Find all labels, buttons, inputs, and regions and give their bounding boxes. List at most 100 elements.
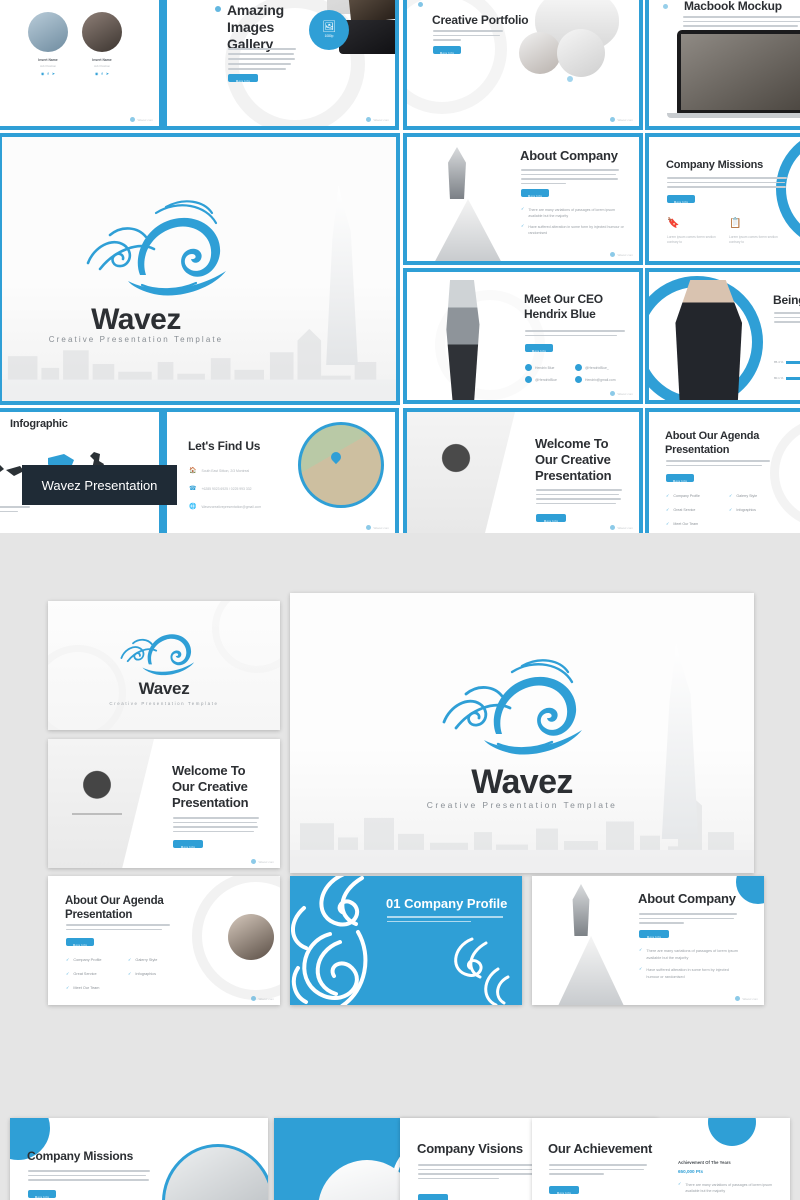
- checklist-item: Company Profile: [73, 958, 102, 962]
- watermark: Wavez.com: [366, 117, 389, 122]
- member-role: Job Position: [93, 64, 111, 68]
- more-info-button[interactable]: More Info: [549, 1186, 579, 1195]
- twitter-icon[interactable]: ➤: [106, 71, 109, 76]
- slide-title: About Company: [638, 891, 736, 906]
- slide-title: Company Missions: [666, 159, 764, 171]
- slide-creative-team[interactable]: Creative Team Insert Name Job Position I…: [0, 0, 163, 130]
- card-company-missions-bottom[interactable]: Company Missions More Info: [10, 1118, 268, 1200]
- checklist-item: Galerry Style: [736, 494, 758, 498]
- contact-value: Hendrix@gmail.com: [585, 377, 616, 382]
- feature-caption: Lorem ipsum comes forem section contrary…: [729, 235, 778, 245]
- phone-icon: ☎: [189, 486, 197, 492]
- card-welcome-creative-small[interactable]: Welcome To Our Creative Presentation Mor…: [48, 739, 280, 868]
- member-name: Insert Name: [92, 58, 112, 62]
- contact-value: +6285 9023 6925 / 0225 993 332: [201, 486, 252, 491]
- facebook-icon[interactable]: f: [47, 71, 48, 76]
- user-icon: [525, 364, 532, 371]
- tooltip-wavez-presentation: Wavez Presentation: [22, 465, 177, 505]
- slide-title: Macbook Mockup: [684, 0, 782, 13]
- watermark: Wavez.com: [251, 859, 274, 864]
- person-photo: [228, 914, 274, 960]
- ceo-photo: [446, 280, 480, 400]
- slide-wavez-cover[interactable]: Wavez Creative Presentation Template: [0, 133, 400, 405]
- slide-title: About Our Agenda Presentation: [665, 430, 760, 456]
- slide-title: Welcome To Our Creative Presentation: [172, 763, 249, 811]
- more-info-button[interactable]: More Info: [28, 1190, 56, 1199]
- more-info-button[interactable]: More Info: [639, 930, 669, 939]
- architecture-image: [558, 936, 624, 1005]
- check-icon: ✓: [678, 1181, 682, 1186]
- slide-title: Creative Portfolio: [432, 13, 529, 27]
- check-icon: ✓: [521, 223, 525, 228]
- wave-logo-icon: [436, 648, 606, 758]
- twitter-icon: [575, 364, 582, 371]
- portfolio-photo: [519, 32, 561, 74]
- slide-title: About Our Agenda Presentation: [65, 895, 164, 922]
- card-about-company-small[interactable]: About Company More Info ✓ There are many…: [532, 876, 764, 1005]
- achievement-value: 650,000 Pts: [678, 1169, 704, 1174]
- card-company-profile-section[interactable]: 01 Company Profile: [290, 876, 522, 1005]
- achievement-label: Achievement Of The Years: [678, 1160, 731, 1165]
- more-info-button[interactable]: More Info: [667, 195, 695, 204]
- check-icon: ✓: [666, 493, 670, 498]
- check-icon: ✓: [128, 971, 132, 976]
- card-wavez-cover-small[interactable]: Wavez Creative Presentation Template: [48, 601, 280, 730]
- slide-creative-portfolio[interactable]: Creative Portfolio More Info Wavez.com: [403, 0, 643, 130]
- more-info-button[interactable]: More Info: [173, 840, 203, 849]
- home-icon: 🏠: [189, 468, 197, 474]
- more-info-button[interactable]: More Info: [666, 474, 694, 483]
- slide-about-company[interactable]: About Company More Info ✓ There are many…: [403, 133, 643, 265]
- card-wavez-cover-large[interactable]: Wavez Creative Presentation Template: [290, 593, 754, 873]
- map-preview[interactable]: [298, 422, 384, 508]
- checklist-item: Infographics: [736, 508, 756, 512]
- more-info-button[interactable]: More Info: [66, 938, 94, 947]
- more-info-button[interactable]: More Info: [536, 514, 566, 523]
- more-info-button[interactable]: More Info: [521, 189, 549, 198]
- more-info-button[interactable]: More Info: [525, 344, 553, 353]
- slide-macbook-mockup[interactable]: Macbook Mockup: [645, 0, 800, 130]
- slide-title: Company Missions: [27, 1149, 134, 1163]
- watermark: Wavez.com: [610, 252, 633, 257]
- slide-lets-find-us[interactable]: Let's Find Us 🏠 South East Sitkon, 2/3 M…: [163, 408, 399, 533]
- slide-about-our-agenda[interactable]: About Our Agenda Presentation More Info …: [645, 408, 800, 533]
- slide-company-missions[interactable]: Company Missions More Info 🔖 Lorem ipsum…: [645, 133, 800, 265]
- wave-logo-icon: [116, 619, 208, 677]
- card-about-our-agenda-small[interactable]: About Our Agenda Presentation More Info …: [48, 876, 280, 1005]
- slide-amazing-images-gallery[interactable]: Amazing Images Gallery More Info 🖼 1080p: [163, 0, 399, 130]
- check-icon: ✓: [666, 521, 670, 526]
- slide-being-a[interactable]: Being A 85.4 % 80.1 %: [645, 268, 800, 404]
- presentation-preview-page: Creative Team Insert Name Job Position I…: [0, 0, 800, 1200]
- more-info-button[interactable]: More Info: [418, 1194, 448, 1200]
- bottom-slides-section: Company Missions More Info Company Visio…: [0, 1110, 800, 1200]
- slide-title: Infographic: [10, 418, 68, 430]
- check-icon: ✓: [66, 971, 70, 976]
- instagram-icon[interactable]: ◉: [95, 71, 99, 76]
- facebook-icon[interactable]: f: [101, 71, 102, 76]
- more-info-button[interactable]: More Info: [433, 46, 461, 55]
- check-icon: ✓: [729, 507, 733, 512]
- checklist-item: Great Service: [73, 972, 97, 976]
- check-icon: ✓: [521, 206, 525, 211]
- tree-photo: [433, 438, 479, 488]
- watermark: Wavez.com: [251, 996, 274, 1001]
- facebook-icon: [525, 376, 532, 383]
- watermark: Wavez.com: [610, 525, 633, 530]
- slide-title: 01 Company Profile: [386, 896, 508, 911]
- brand-tagline: Creative Presentation Template: [109, 701, 219, 706]
- badge-label: 1080p: [324, 34, 334, 38]
- instagram-icon[interactable]: ◉: [41, 71, 45, 76]
- bullet-text: There are many variations of passages of…: [528, 208, 616, 219]
- tag-icon: 🔖: [667, 218, 680, 229]
- image-icon: 🖼: [322, 21, 336, 33]
- brand-tagline: Creative Presentation Template: [48, 335, 224, 344]
- gallery-badge: 🖼 1080p: [309, 10, 349, 50]
- contact-value: Wavezcreativepresentation@gmail.com: [201, 504, 262, 509]
- card-our-achievement[interactable]: Our Achievement More Info Achievement Of…: [532, 1118, 790, 1200]
- macbook-screen: [681, 34, 800, 110]
- more-info-button[interactable]: More Info: [228, 74, 258, 83]
- checklist-item: Meet Our Team: [673, 522, 699, 526]
- slide-welcome-creative[interactable]: Welcome To Our Creative Presentation Mor…: [403, 408, 643, 533]
- twitter-icon[interactable]: ➤: [52, 71, 55, 76]
- slide-meet-our-ceo[interactable]: Meet Our CEO Hendrix Blue More Info Hend…: [403, 268, 643, 404]
- member-role: Job Position: [39, 64, 57, 68]
